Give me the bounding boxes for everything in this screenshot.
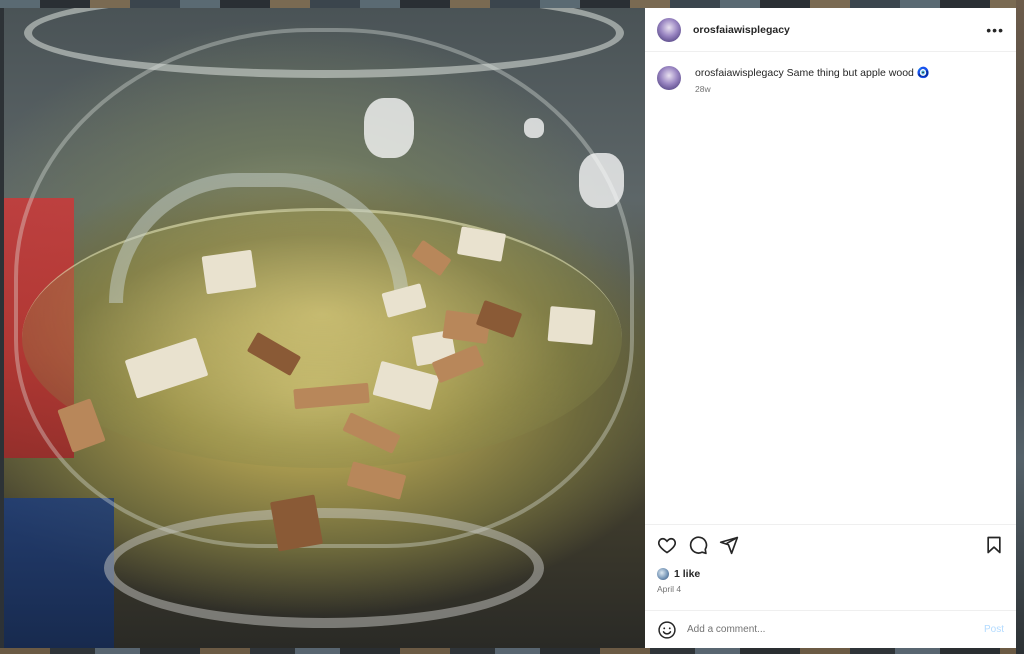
post-photo[interactable] [4, 8, 645, 648]
likes-row: 1 like [645, 564, 1016, 582]
caption-message: Same thing but apple wood [786, 67, 914, 79]
photo-blue-label [4, 498, 114, 648]
author-username[interactable]: orosfaiawisplegacy [693, 24, 790, 36]
caption-avatar[interactable] [657, 66, 681, 90]
caption-body: orosfaiawisplegacy Same thing but apple … [695, 66, 930, 94]
photo-wood-chip [270, 494, 323, 552]
photo-wood-chip [547, 306, 596, 345]
photo-wood-chip [201, 249, 257, 295]
photo-glass-highlight [524, 118, 544, 138]
likes-count[interactable]: 1 like [674, 568, 700, 580]
comment-icon[interactable] [688, 535, 708, 555]
background-right-edge [1016, 0, 1024, 654]
comment-input[interactable] [687, 624, 957, 635]
comments-area [645, 94, 1016, 524]
liker-avatar[interactable] [657, 568, 669, 580]
photo-glass-highlight [364, 98, 414, 158]
caption-username[interactable]: orosfaiawisplegacy [695, 67, 784, 79]
post-header: orosfaiawisplegacy ••• [645, 8, 1016, 52]
caption-timestamp[interactable]: 28w [695, 84, 930, 94]
photo-jar-base [104, 508, 544, 628]
caption-emoji: 🧿 [916, 67, 930, 79]
bookmark-icon[interactable] [984, 535, 1004, 555]
comment-bar: Post [645, 610, 1016, 648]
emoji-icon[interactable] [657, 620, 677, 640]
background-bottom-tiles [0, 648, 1024, 654]
post-details-panel: orosfaiawisplegacy ••• orosfaiawisplegac… [645, 8, 1016, 648]
background-top-tiles [0, 0, 1024, 8]
photo-glass-highlight [579, 153, 624, 208]
post-caption: orosfaiawisplegacy Same thing but apple … [645, 52, 1016, 94]
author-avatar[interactable] [657, 17, 681, 42]
post-comment-button[interactable]: Post [984, 624, 1004, 635]
caption-text: orosfaiawisplegacy Same thing but apple … [695, 66, 930, 80]
post-date[interactable]: April 4 [645, 582, 1016, 600]
heart-icon[interactable] [657, 535, 677, 555]
share-icon[interactable] [719, 535, 739, 555]
action-bar [645, 524, 1016, 564]
photo-jar-rim [24, 8, 624, 78]
more-options-button[interactable]: ••• [986, 23, 1004, 37]
